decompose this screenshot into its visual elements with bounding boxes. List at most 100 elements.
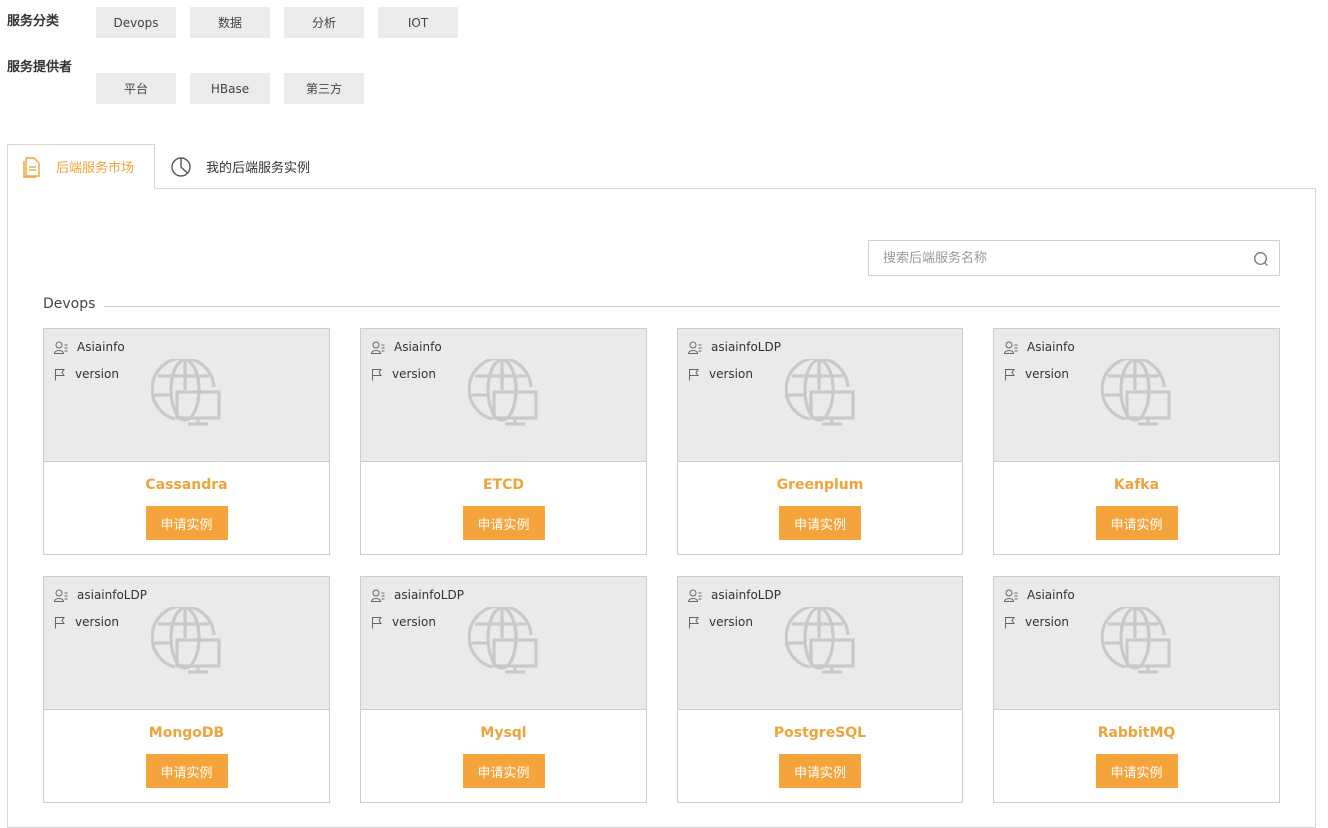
flag-icon [372, 616, 382, 628]
category-chip-iot[interactable]: IOT [378, 7, 458, 38]
user-icon [1004, 589, 1018, 602]
user-icon [54, 589, 68, 602]
section-title: Devops [43, 296, 96, 312]
user-icon [688, 589, 702, 602]
service-card: Asiainfo version ETCD 申请实例 [360, 328, 647, 555]
globe-monitor-icon [785, 359, 855, 426]
provider-name: asiainfoLDP [711, 340, 781, 354]
service-card: asiainfoLDP version Mysql 申请实例 [360, 576, 647, 803]
service-name: RabbitMQ [1097, 725, 1176, 741]
service-name: Cassandra [145, 477, 228, 493]
service-card: asiainfoLDP version PostgreSQL 申请实例 [677, 576, 963, 803]
version-row: version [688, 367, 753, 381]
provider-chip-third-party[interactable]: 第三方 [284, 73, 364, 104]
service-card: asiainfoLDP version Greenplum 申请实例 [677, 328, 963, 555]
flag-icon [689, 616, 699, 628]
service-name: PostgreSQL [773, 725, 867, 741]
category-filter-label: 服务分类 [7, 14, 60, 29]
provider-row: asiainfoLDP [54, 588, 147, 602]
provider-name: asiainfoLDP [394, 588, 464, 602]
globe-monitor-icon [468, 359, 538, 426]
flag-icon [1005, 616, 1015, 628]
version-row: version [54, 367, 119, 381]
card-header: asiainfoLDP version [361, 577, 646, 710]
apply-instance-button[interactable]: 申请实例 [145, 506, 228, 540]
apply-instance-button[interactable]: 申请实例 [462, 754, 545, 788]
version-label: version [1025, 367, 1069, 381]
provider-filter-label: 服务提供者 [7, 60, 73, 75]
version-row: version [371, 615, 436, 629]
user-icon [688, 341, 702, 354]
user-icon [54, 341, 68, 354]
globe-monitor-icon [151, 359, 221, 426]
apply-instance-button[interactable]: 申请实例 [145, 754, 228, 788]
card-header: Asiainfo version [44, 329, 329, 462]
service-card: Asiainfo version Cassandra 申请实例 [43, 328, 330, 555]
tab-service-market[interactable]: 后端服务市场 [7, 144, 155, 189]
version-label: version [75, 615, 119, 629]
tab-my-instances[interactable]: 我的后端服务实例 [170, 144, 310, 189]
category-chip-devops[interactable]: Devops [96, 7, 176, 38]
service-name: Kafka [1113, 477, 1160, 493]
flag-icon [55, 368, 65, 380]
search-input[interactable] [881, 249, 1245, 267]
card-header: asiainfoLDP version [678, 577, 962, 710]
provider-row: Asiainfo [54, 340, 125, 354]
service-name: MongoDB [148, 725, 225, 741]
card-header: asiainfoLDP version [678, 329, 962, 462]
category-chip-analysis[interactable]: 分析 [284, 7, 364, 38]
globe-monitor-icon [1101, 607, 1171, 674]
tab-my-instances-label: 我的后端服务实例 [206, 161, 311, 176]
service-card-grid: Asiainfo version Cassandra 申请实例 Asiainfo [43, 328, 1280, 803]
user-icon [1004, 341, 1018, 354]
flag-icon [689, 368, 699, 380]
provider-name: Asiainfo [1027, 340, 1075, 354]
provider-row: Asiainfo [371, 340, 442, 354]
flag-icon [1005, 368, 1015, 380]
version-row: version [1004, 615, 1069, 629]
version-label: version [392, 367, 436, 381]
card-header: Asiainfo version [994, 577, 1279, 710]
apply-instance-button[interactable]: 申请实例 [1095, 506, 1178, 540]
card-header: Asiainfo version [994, 329, 1279, 462]
provider-chip-hbase[interactable]: HBase [190, 73, 270, 104]
version-label: version [75, 367, 119, 381]
version-label: version [709, 615, 753, 629]
provider-name: Asiainfo [77, 340, 125, 354]
provider-name: Asiainfo [394, 340, 442, 354]
service-name: Mysql [480, 725, 527, 741]
user-icon [371, 341, 385, 354]
user-icon [371, 589, 385, 602]
service-card: asiainfoLDP version MongoDB 申请实例 [43, 576, 330, 803]
service-name: ETCD [482, 477, 524, 493]
service-card: Asiainfo version Kafka 申请实例 [993, 328, 1280, 555]
version-row: version [688, 615, 753, 629]
document-icon [23, 156, 40, 178]
card-header: asiainfoLDP version [44, 577, 329, 710]
globe-monitor-icon [785, 607, 855, 674]
version-row: version [1004, 367, 1069, 381]
provider-name: asiainfoLDP [711, 588, 781, 602]
card-header: Asiainfo version [361, 329, 646, 462]
section-divider [104, 306, 1280, 307]
flag-icon [372, 368, 382, 380]
globe-monitor-icon [1101, 359, 1171, 426]
version-row: version [371, 367, 436, 381]
provider-chip-platform[interactable]: 平台 [96, 73, 176, 104]
apply-instance-button[interactable]: 申请实例 [1095, 754, 1178, 788]
category-chip-data[interactable]: 数据 [190, 7, 270, 38]
globe-monitor-icon [468, 607, 538, 674]
apply-instance-button[interactable]: 申请实例 [462, 506, 545, 540]
apply-instance-button[interactable]: 申请实例 [779, 506, 861, 540]
provider-row: Asiainfo [1004, 588, 1075, 602]
provider-row: asiainfoLDP [688, 340, 781, 354]
search-box[interactable] [868, 240, 1280, 276]
search-icon[interactable] [1253, 251, 1269, 267]
pie-chart-icon [171, 156, 191, 177]
service-card: Asiainfo version RabbitMQ 申请实例 [993, 576, 1280, 803]
version-label: version [709, 367, 753, 381]
apply-instance-button[interactable]: 申请实例 [779, 754, 861, 788]
provider-name: asiainfoLDP [77, 588, 147, 602]
version-label: version [1025, 615, 1069, 629]
provider-name: Asiainfo [1027, 588, 1075, 602]
